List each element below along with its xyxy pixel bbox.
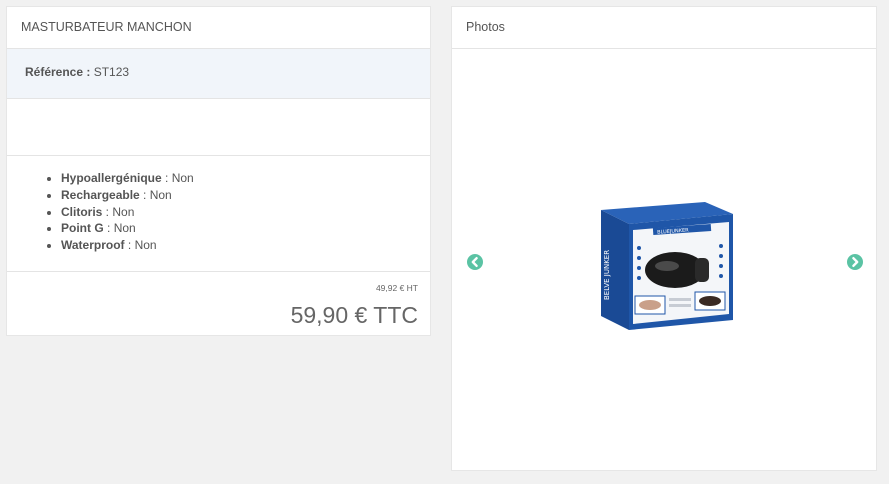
feature-item: Waterproof : Non (61, 237, 430, 254)
prev-photo-button[interactable] (467, 254, 483, 270)
feature-item: Clitoris : Non (61, 204, 430, 221)
feature-item: Hypoallergénique : Non (61, 170, 430, 187)
price-ht: 49,92 € HT (375, 283, 418, 293)
chevron-left-icon (471, 257, 478, 267)
reference-value: ST123 (93, 65, 130, 79)
product-photo[interactable]: BLUEJUNKER BELVE JUNKER (597, 196, 737, 336)
photos-title: Photos (452, 7, 876, 49)
photo-carousel: BLUEJUNKER BELVE JUNKER (452, 49, 876, 470)
price-box: 49,92 € HT 59,90 € TTC (7, 272, 430, 334)
feature-list: Hypoallergénique : Non Rechargeable : No… (7, 156, 430, 272)
description-area (7, 99, 430, 156)
product-title: MASTURBATEUR MANCHON (7, 7, 430, 49)
feature-item: Point G : Non (61, 220, 430, 237)
chevron-right-icon (852, 257, 859, 267)
reference-label: Référence : (25, 65, 91, 79)
next-photo-button[interactable] (847, 254, 863, 270)
reference-row: Référence : ST123 (7, 49, 430, 99)
svg-text:BELVE JUNKER: BELVE JUNKER (603, 250, 611, 300)
price-ttc: 59,90 € TTC (290, 302, 418, 328)
photos-panel: Photos BLUEJUNKER BELVE JUNKER (451, 6, 877, 471)
product-info-panel: MASTURBATEUR MANCHON Référence : ST123 H… (6, 6, 431, 336)
feature-item: Rechargeable : Non (61, 187, 430, 204)
